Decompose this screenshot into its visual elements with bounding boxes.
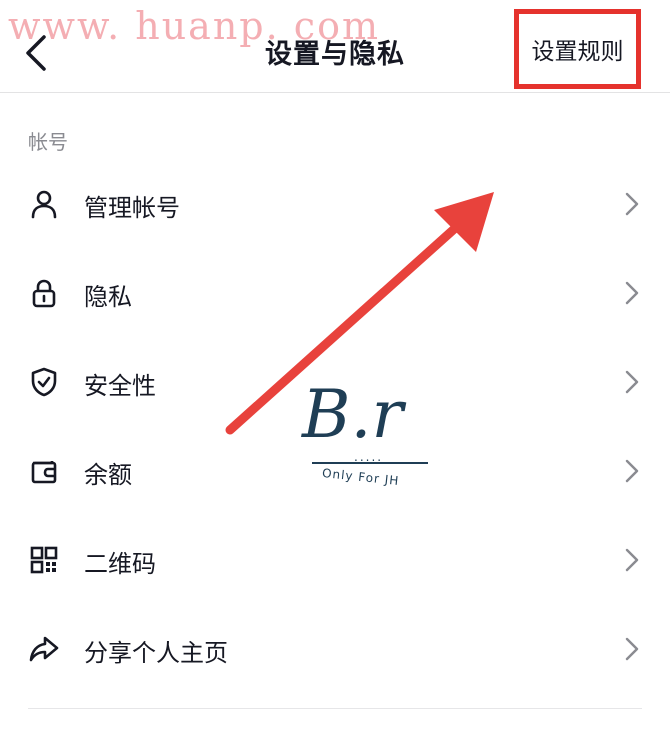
settings-rules-button[interactable]: 设置规则 (514, 9, 641, 89)
chevron-right-icon (625, 459, 639, 483)
menu-item-privacy[interactable]: 隐私 (0, 249, 670, 338)
chevron-right-icon (625, 281, 639, 305)
menu-item-label: 管理帐号 (84, 194, 180, 222)
chevron-right-icon (625, 370, 639, 394)
menu-item-balance[interactable]: 余额 (0, 427, 670, 516)
person-icon (31, 190, 57, 219)
menu-item-label: 安全性 (84, 372, 156, 400)
menu-item-share-profile[interactable]: 分享个人主页 (0, 605, 670, 694)
menu-item-label: 隐私 (84, 283, 132, 311)
share-icon (29, 636, 59, 662)
menu-item-label: 余额 (84, 461, 132, 489)
qr-code-icon (30, 546, 58, 574)
lock-icon (32, 279, 56, 308)
top-bar: 设置与隐私 设置规则 (0, 0, 670, 93)
shield-check-icon (31, 367, 57, 397)
chevron-right-icon (625, 548, 639, 572)
chevron-right-icon (625, 637, 639, 661)
menu-item-qr-code[interactable]: 二维码 (0, 516, 670, 605)
section-label-account: 帐号 (28, 130, 68, 154)
menu-item-security[interactable]: 安全性 (0, 338, 670, 427)
chevron-right-icon (625, 192, 639, 216)
menu-item-label: 分享个人主页 (84, 639, 228, 667)
menu-item-label: 二维码 (84, 550, 156, 578)
section-divider (28, 708, 642, 709)
wallet-icon (31, 461, 57, 484)
menu-item-manage-account[interactable]: 管理帐号 (0, 160, 670, 249)
